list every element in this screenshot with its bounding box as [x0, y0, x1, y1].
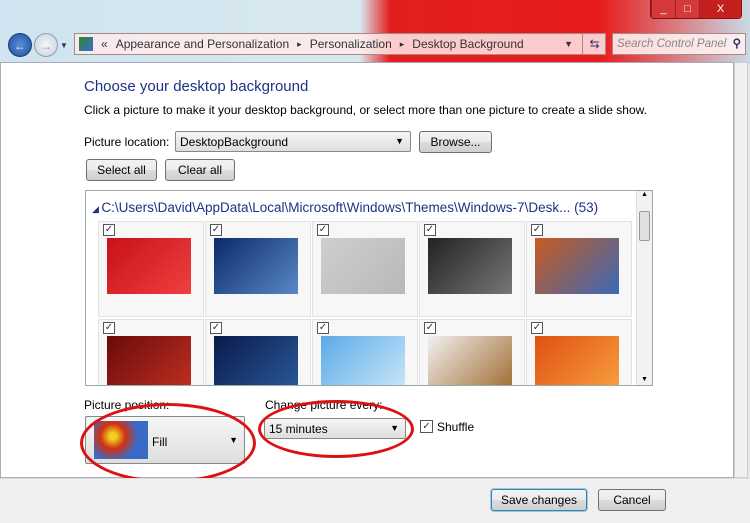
- picture-location-select[interactable]: DesktopBackground ▼: [175, 131, 411, 152]
- thumbnail-image: [107, 238, 191, 294]
- breadcrumb-separator[interactable]: ▸: [297, 39, 302, 50]
- thumbnail-checkbox[interactable]: ✓: [531, 322, 543, 334]
- picture-location-label: Picture location:: [84, 135, 170, 149]
- gallery-scrollbar[interactable]: ▲ ▼: [636, 191, 652, 385]
- breadcrumb-appearance[interactable]: Appearance and Personalization: [116, 37, 289, 51]
- thumbnail-image: [214, 238, 298, 294]
- address-chevron[interactable]: «: [101, 37, 108, 51]
- thumbnail-checkbox[interactable]: ✓: [210, 322, 222, 334]
- refresh-icon: ⇆: [589, 37, 600, 51]
- thumbnail-image: [535, 336, 619, 385]
- thumbnail-tile[interactable]: ✓: [526, 221, 632, 317]
- gallery-group-header[interactable]: ◢ C:\Users\David\AppData\Local\Microsoft…: [92, 200, 598, 215]
- refresh-button[interactable]: ⇆: [582, 33, 606, 55]
- thumbnail-tile[interactable]: ✓: [205, 221, 311, 317]
- thumbnail-checkbox[interactable]: ✓: [531, 224, 543, 236]
- breadcrumb-separator[interactable]: ▸: [400, 39, 405, 50]
- save-changes-button[interactable]: Save changes: [491, 489, 587, 511]
- back-button[interactable]: ←: [8, 33, 32, 57]
- page-title: Choose your desktop background: [84, 78, 309, 95]
- scrollbar-thumb[interactable]: [639, 211, 650, 241]
- picture-location-value: DesktopBackground: [180, 135, 289, 149]
- search-icon[interactable]: ⚲: [733, 36, 741, 50]
- thumbnail-checkbox[interactable]: ✓: [424, 224, 436, 236]
- thumbnail-tile[interactable]: ✓: [526, 319, 632, 385]
- close-button[interactable]: X: [699, 0, 741, 18]
- picture-gallery: ◢ C:\Users\David\AppData\Local\Microsoft…: [85, 190, 653, 386]
- chevron-down-icon: ▼: [395, 136, 404, 146]
- clear-all-button[interactable]: Clear all: [165, 159, 235, 181]
- vertical-scrollbar[interactable]: [734, 62, 748, 478]
- thumbnail-image: [214, 336, 298, 385]
- thumbnail-image: [321, 336, 405, 385]
- search-input[interactable]: Search Control Panel ⚲: [612, 33, 746, 55]
- thumbnail-checkbox[interactable]: ✓: [317, 224, 329, 236]
- thumbnail-tile[interactable]: ✓: [419, 221, 525, 317]
- shuffle-label: Shuffle: [437, 420, 475, 434]
- thumbnail-tile[interactable]: ✓: [98, 221, 204, 317]
- thumbnail-checkbox[interactable]: ✓: [210, 224, 222, 236]
- browse-button[interactable]: Browse...: [419, 131, 492, 153]
- control-panel-icon: [79, 37, 93, 51]
- red-annotation-circle: [258, 400, 414, 458]
- thumbnail-tile[interactable]: ✓: [98, 319, 204, 385]
- shuffle-checkbox[interactable]: ✓: [420, 420, 433, 433]
- address-dropdown-icon[interactable]: ▼: [558, 39, 579, 49]
- thumbnail-tile[interactable]: ✓: [419, 319, 525, 385]
- thumbnail-tile[interactable]: ✓: [205, 319, 311, 385]
- thumbnail-image: [535, 238, 619, 294]
- thumbnail-tile[interactable]: ✓: [312, 319, 418, 385]
- thumbnail-checkbox[interactable]: ✓: [103, 224, 115, 236]
- thumbnail-image: [428, 336, 512, 385]
- select-all-button[interactable]: Select all: [86, 159, 157, 181]
- page-description: Click a picture to make it your desktop …: [84, 103, 647, 117]
- recent-pages-dropdown[interactable]: ▼: [60, 41, 68, 50]
- breadcrumb-desktop-background[interactable]: Desktop Background: [412, 37, 523, 51]
- thumbnail-image: [428, 238, 512, 294]
- minimize-button[interactable]: _: [651, 0, 675, 18]
- thumbnail-checkbox[interactable]: ✓: [103, 322, 115, 334]
- collapse-icon[interactable]: ◢: [92, 204, 101, 214]
- maximize-button[interactable]: □: [675, 0, 699, 18]
- breadcrumb-personalization[interactable]: Personalization: [310, 37, 392, 51]
- footer-bar: Save changes Cancel: [0, 478, 750, 523]
- forward-button[interactable]: →: [34, 33, 58, 57]
- thumbnail-image: [107, 336, 191, 385]
- thumbnail-tile[interactable]: ✓: [312, 221, 418, 317]
- red-annotation-circle: [80, 403, 256, 483]
- window-controls: _ □ X: [650, 0, 742, 19]
- gallery-path: C:\Users\David\AppData\Local\Microsoft\W…: [101, 200, 599, 215]
- address-bar[interactable]: « Appearance and Personalization ▸ Perso…: [74, 33, 606, 55]
- search-placeholder: Search Control Panel: [617, 38, 727, 50]
- thumbnail-image: [321, 238, 405, 294]
- thumbnail-checkbox[interactable]: ✓: [424, 322, 436, 334]
- thumbnail-checkbox[interactable]: ✓: [317, 322, 329, 334]
- navigation-buttons: ← → ▼: [8, 33, 68, 57]
- cancel-button[interactable]: Cancel: [598, 489, 666, 511]
